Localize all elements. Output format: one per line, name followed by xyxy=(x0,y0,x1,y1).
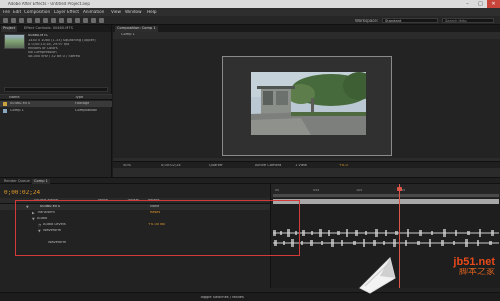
footage-info-1: 1440 x 1080 (1.33) Squashing (Upper) xyxy=(28,39,96,42)
workspace-select[interactable]: Standard xyxy=(382,18,438,23)
resolution-select[interactable]: Quarter xyxy=(209,164,223,168)
close-button[interactable]: ✕ xyxy=(487,0,500,8)
puppet-tool-icon[interactable] xyxy=(99,18,104,23)
camera-select[interactable]: Active Camera xyxy=(255,164,281,168)
composition-footer: 50% 0;00:02;24 Quarter Active Camera 1 V… xyxy=(113,161,500,168)
col-type[interactable]: Type xyxy=(75,96,83,100)
footage-icon xyxy=(3,102,7,106)
menu-view[interactable]: View xyxy=(111,10,121,14)
menu-edit[interactable]: Edit xyxy=(13,10,21,14)
current-time[interactable]: 0;00:02;24 xyxy=(161,164,181,168)
pen-tool-icon[interactable] xyxy=(59,18,64,23)
footage-info-5: 48.000 kHz / 32 bit U / Stereo xyxy=(28,55,80,58)
eraser-tool-icon[interactable] xyxy=(91,18,96,23)
footage-thumbnail xyxy=(4,34,25,49)
menu-layer[interactable]: Layer xyxy=(54,10,66,14)
menu-composition[interactable]: Composition xyxy=(24,10,50,14)
clone-tool-icon[interactable] xyxy=(83,18,88,23)
video-frame-image xyxy=(251,72,366,135)
exposure-value[interactable]: +0.0 xyxy=(339,164,348,168)
views-select[interactable]: 1 View xyxy=(295,164,307,168)
zoom-select[interactable]: 50% xyxy=(123,164,131,168)
watermark: jb51.net 脚本之家 xyxy=(453,257,495,277)
minimize-button[interactable]: – xyxy=(461,0,474,8)
project-panel: Project Effect Controls: 00460.MTS 00460… xyxy=(0,25,112,190)
composition-panel: Composition: Comp 1 Comp 1 50% 0;00:02;2… xyxy=(113,25,500,177)
footage-name: 00460.MTS xyxy=(28,34,48,37)
pan-behind-tool-icon[interactable] xyxy=(43,18,48,23)
playhead-handle[interactable] xyxy=(397,187,402,191)
toggle-switches-modes[interactable]: Toggle Switches / Modes xyxy=(200,296,244,300)
menu-window[interactable]: Window xyxy=(125,10,142,14)
footage-info-4: No Compression xyxy=(28,51,57,54)
project-column-header: Name Type xyxy=(0,94,112,100)
menu-help[interactable]: Help xyxy=(147,10,157,14)
workspace-label: Workspace: xyxy=(355,19,379,23)
timeline-tabs: Render Queue Comp 1 xyxy=(0,177,500,185)
mask-tool-icon[interactable] xyxy=(51,18,56,23)
composition-viewer[interactable] xyxy=(113,39,500,158)
window-title: Adobe After Effects - Untitled Project.a… xyxy=(8,2,90,6)
watermark-title: 脚本之家 xyxy=(458,268,495,277)
tab-composition[interactable]: Composition: Comp 1 xyxy=(115,26,158,32)
project-item[interactable]: Comp 1 Composition xyxy=(0,108,112,114)
hand-tool-icon[interactable] xyxy=(11,18,16,23)
footage-info-3: Millions of Colors xyxy=(28,47,58,50)
watermark-url: jb51.net xyxy=(453,257,495,268)
composition-tabs: Composition: Comp 1 xyxy=(113,25,500,32)
menu-effect[interactable]: Effect xyxy=(67,10,79,14)
menu-file[interactable]: File xyxy=(3,10,10,14)
title-bar: Adobe After Effects - Untitled Project.a… xyxy=(0,0,500,8)
col-name[interactable]: Name xyxy=(9,96,20,100)
rotate-tool-icon[interactable] xyxy=(27,18,32,23)
project-item[interactable]: 00460.MTS Footage xyxy=(0,101,112,107)
comp-sub-tab[interactable]: Comp 1 xyxy=(121,33,135,37)
selection-tool-icon[interactable] xyxy=(3,18,8,23)
search-help-input[interactable]: Search Help xyxy=(442,18,494,23)
project-search-input[interactable] xyxy=(4,87,108,92)
type-tool-icon[interactable] xyxy=(67,18,72,23)
tools-bar: Workspace: Standard Search Help xyxy=(0,16,500,25)
zoom-tool-icon[interactable] xyxy=(19,18,24,23)
camera-tool-icon[interactable] xyxy=(35,18,40,23)
footage-info-2: Δ 0;00:15;18, 29.97 fps xyxy=(28,43,70,46)
menu-bar: File Edit Composition Layer Effect Anima… xyxy=(0,8,500,16)
composition-frame xyxy=(222,56,392,156)
project-tabs: Project Effect Controls: 00460.MTS xyxy=(0,25,111,32)
timeline-timecode[interactable]: 0;00:02;24 xyxy=(4,190,40,196)
window-controls: – □ ✕ xyxy=(461,0,500,8)
timeline-footer: Toggle Switches / Modes xyxy=(0,292,500,301)
brush-tool-icon[interactable] xyxy=(75,18,80,23)
menu-animation[interactable]: Animation xyxy=(83,10,104,14)
tab-effect-controls[interactable]: Effect Controls: 00460.MTS xyxy=(22,26,75,32)
maximize-button[interactable]: □ xyxy=(474,0,487,8)
composition-icon xyxy=(3,109,7,113)
tab-project[interactable]: Project xyxy=(1,26,18,32)
watermark-logo-icon xyxy=(359,257,396,294)
highlight-annotation-box xyxy=(15,200,300,256)
